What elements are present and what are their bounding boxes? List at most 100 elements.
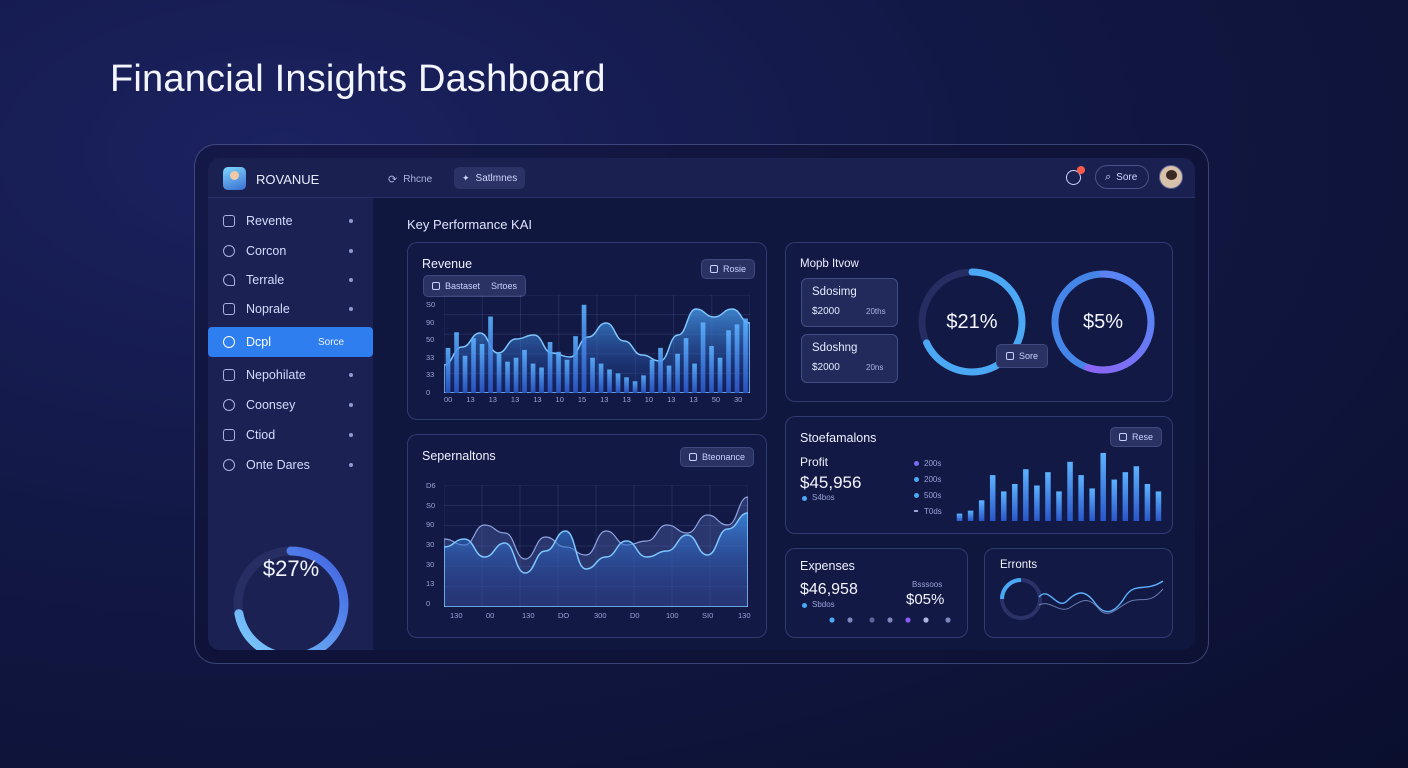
bar <box>581 304 587 393</box>
axis-tick-label: S0 <box>426 300 436 309</box>
stoefamalons-bar-chart <box>956 452 1162 521</box>
sidebar-item-ctiod[interactable]: Ctiod <box>208 420 373 450</box>
revenue-chart <box>444 295 750 393</box>
bar <box>683 338 689 393</box>
avatar[interactable] <box>1159 165 1183 189</box>
bar <box>1089 488 1095 521</box>
profit-value: $45,956 <box>800 473 862 492</box>
chip-label: Rosie <box>723 264 747 274</box>
filter-label-b: Srtoes <box>491 281 518 291</box>
sidebar-item-label: Ctiod <box>246 428 276 442</box>
sidebar-item-nepohilate[interactable]: Nepohilate <box>208 360 373 390</box>
expand-dot-icon <box>349 278 353 282</box>
axis-tick-label: 130 <box>450 611 463 620</box>
sidebar-item-noprale[interactable]: Noprale <box>208 294 373 324</box>
legend-dot <box>802 603 807 608</box>
revenue-title: Revenue <box>422 257 473 271</box>
axis-tick-label: 90 <box>426 317 435 327</box>
sidebar-ring-value: $27% <box>262 556 320 581</box>
chip-label: Sore <box>1019 351 1039 361</box>
sidebar-item-corcon[interactable]: Corcon <box>208 236 373 266</box>
stat-value: $2000 <box>812 306 840 317</box>
profit-sub: S4bos <box>812 493 835 502</box>
mini-ring-progress <box>1000 578 1022 600</box>
sidebar-item-label: Nepohilate <box>246 368 306 382</box>
legend-dot <box>914 461 919 466</box>
calendar-icon <box>223 429 235 441</box>
legend-dash <box>914 510 918 512</box>
legend-dot <box>802 496 807 501</box>
sidebar-item-onte-dares[interactable]: Onte Dares <box>208 450 373 480</box>
axis-tick-label: 13 <box>689 395 698 404</box>
search-button[interactable]: ⌕ Sore <box>1095 165 1149 189</box>
legend-label: T0ds <box>924 507 942 516</box>
bar <box>700 322 706 393</box>
stat-title: Sdosimg <box>812 286 857 298</box>
bar <box>1045 472 1051 521</box>
stat-sub: 20ns <box>866 363 884 372</box>
tab-rhcne[interactable]: ⟳ Rhcne <box>388 169 432 189</box>
chip-label: Rese <box>1132 432 1154 442</box>
bars <box>956 452 1162 521</box>
stat-box-2[interactable]: Sdoshng $2000 20ns <box>801 334 898 383</box>
expenses-sub: Sbdos <box>812 600 835 609</box>
search-icon: ⌕ <box>1105 170 1112 183</box>
sidebar-item-label: Noprale <box>246 302 290 316</box>
bar <box>956 513 963 521</box>
bar <box>1100 452 1106 521</box>
profit-label: Profit <box>800 455 829 469</box>
stoefamalons-options-button[interactable]: Rese <box>1110 427 1163 447</box>
spark-line-1 <box>1038 580 1164 613</box>
supernaltons-chart <box>444 485 748 607</box>
expenses-value: $46,958 <box>800 581 858 598</box>
axis-tick-label: 300 <box>594 611 607 620</box>
ring-options-button[interactable]: Sore <box>996 344 1049 368</box>
grid-icon <box>223 215 235 227</box>
stoefamalons-card: Stoefamalons Rese Profit $45,956 S4bos 2… <box>785 416 1173 534</box>
axis-tick-label: 13 <box>667 395 676 404</box>
stat-box-1[interactable]: Sdosimg $2000 20ths <box>801 278 898 327</box>
mopb-title: Mopb Itvow <box>800 258 859 270</box>
bar <box>615 373 621 393</box>
sidebar-item-revente[interactable]: Revente <box>208 206 373 236</box>
axis-tick-label: SI0 <box>702 611 714 620</box>
supernaltons-options-button[interactable]: Bteonance <box>680 447 755 467</box>
expenses-title: Expenses <box>800 559 855 573</box>
bar <box>598 363 604 393</box>
sidebar-item-terrale[interactable]: Terrale <box>208 265 373 295</box>
sidebar-item-label: Onte Dares <box>246 458 310 472</box>
axis-tick-label: 33 <box>426 352 435 362</box>
tab-satlmnes[interactable]: ✦ Satlmnes <box>454 167 526 189</box>
bar <box>709 345 714 393</box>
axis-tick-label: 10 <box>555 395 564 404</box>
bar <box>462 355 468 393</box>
revenue-filter[interactable]: Bastaset Srtoes <box>423 275 527 297</box>
section-title: Key Performance KAI <box>407 217 532 232</box>
axis-tick-label: 30 <box>734 395 743 404</box>
sidebar-item-coonsey[interactable]: Coonsey <box>208 390 373 420</box>
expand-dot-icon <box>349 373 353 377</box>
bar <box>692 363 697 393</box>
pie-icon <box>223 399 235 411</box>
expenses-right-value: $05% <box>906 591 945 608</box>
revenue-options-button[interactable]: Rosie <box>701 259 756 279</box>
bar <box>496 353 502 393</box>
bar <box>488 316 493 393</box>
supernaltons-card: Sepernaltons Bteonance D6 S0 90 30 30 13 0 130… <box>407 434 767 638</box>
chip-label: Bteonance <box>702 452 746 462</box>
ring-1-value: $21% <box>946 311 998 333</box>
bar <box>547 342 553 393</box>
expand-dot-icon <box>349 219 353 223</box>
bar <box>658 347 663 393</box>
expand-dot-icon <box>349 433 353 437</box>
refresh-icon: ⟳ <box>388 173 398 186</box>
bar <box>530 363 536 393</box>
bar <box>641 375 646 393</box>
bar <box>1000 491 1007 521</box>
bar <box>1012 484 1018 521</box>
sidebar-item-dcpl[interactable]: Dcpl Sorce <box>208 327 373 357</box>
bar <box>445 347 451 393</box>
bar <box>1111 479 1118 521</box>
bar <box>505 361 510 393</box>
axis-tick-label: 13 <box>533 395 542 404</box>
